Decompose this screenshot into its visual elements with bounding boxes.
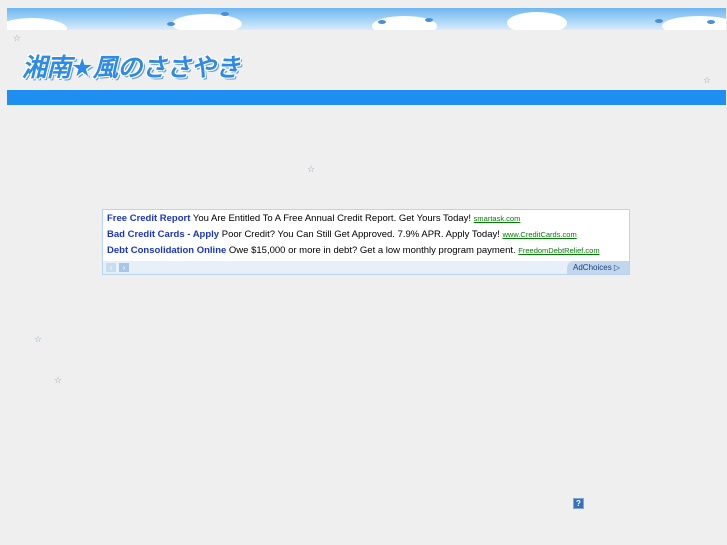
bird-decoration [655,19,663,23]
ad-headline-link[interactable]: Free Credit Report [107,213,190,224]
cloud-decoration [507,12,567,30]
ad-body-text: You Are Entitled To A Free Annual Credit… [192,213,472,224]
bird-decoration [221,12,229,16]
ad-url-link[interactable]: smartask.com [474,214,521,223]
bird-decoration [378,20,386,24]
ad-url-link[interactable]: www.CreditCards.com [503,230,577,239]
star-icon: ☆ [307,165,316,175]
cloud-decoration [7,18,67,30]
star-icon: ☆ [34,335,43,345]
adchoices-link[interactable]: AdChoices ▷ [567,261,629,274]
bird-decoration [707,20,715,24]
ad-footer: ‹ › AdChoices ▷ [103,261,629,274]
ad-url-link[interactable]: FreedomDebtRelief.com [518,246,599,255]
bird-decoration [425,18,433,22]
site-title[interactable]: 湘南★風のささやき [22,48,240,84]
help-icon[interactable]: ? [573,498,584,509]
ad-item[interactable]: Free Credit Report You Are Entitled To A… [107,213,520,225]
header-bar [7,90,726,105]
ad-unit: Free Credit Report You Are Entitled To A… [102,209,630,275]
ad-item[interactable]: Debt Consolidation Online Owe $15,000 or… [107,245,600,257]
ad-item[interactable]: Bad Credit Cards - Apply Poor Credit? Yo… [107,229,577,241]
ad-next-button[interactable]: › [119,263,129,272]
star-icon: ☆ [703,76,712,86]
bird-decoration [167,22,175,26]
cloud-decoration [662,16,726,30]
ad-body-text: Poor Credit? You Can Still Get Approved.… [221,229,500,240]
ad-body-text: Owe $15,000 or more in debt? Get a low m… [228,245,516,256]
cloud-decoration [172,14,242,30]
star-icon: ☆ [54,376,63,386]
ad-prev-button[interactable]: ‹ [106,263,116,272]
ad-headline-link[interactable]: Bad Credit Cards - Apply [107,229,219,240]
star-icon: ☆ [13,34,22,44]
ad-headline-link[interactable]: Debt Consolidation Online [107,245,226,256]
sky-banner [7,8,726,30]
